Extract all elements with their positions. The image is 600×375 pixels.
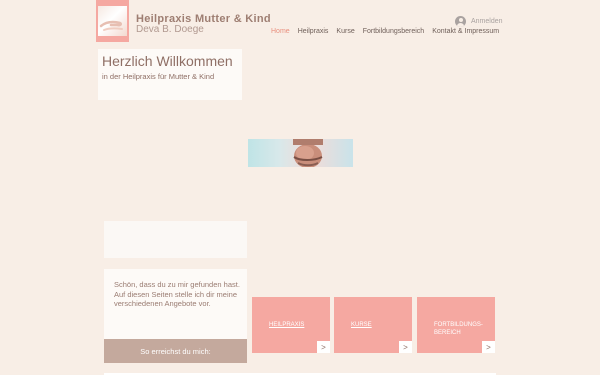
nav-item-heilpraxis[interactable]: Heilpraxis — [298, 28, 329, 35]
hands-icon — [99, 20, 123, 31]
welcome-title: Herzlich Willkommen — [102, 53, 233, 69]
nav-item-kurse[interactable]: Kurse — [336, 28, 354, 35]
welcome-subtitle: in der Heilpraxis für Mutter & Kind — [102, 72, 215, 81]
nav-item-home[interactable]: Home — [271, 28, 290, 35]
card-kurse[interactable]: KURSE > — [334, 297, 412, 353]
arrow-right-icon[interactable]: > — [317, 341, 330, 353]
site-logo[interactable] — [96, 0, 129, 42]
nav-item-fortbildungsbereich[interactable]: Fortbildungsbereich — [363, 28, 424, 35]
login-label: Anmelden — [471, 18, 503, 25]
card-heilpraxis[interactable]: HEILPRAXIS > — [252, 297, 330, 353]
blank-panel — [104, 221, 247, 258]
card-fortbildungsbereich[interactable]: FORTBILDUNGS- BEREICH > — [417, 297, 495, 353]
intro-box: Schön, dass du zu mir gefunden hast. Auf… — [104, 269, 247, 339]
arrow-right-icon[interactable]: > — [482, 341, 495, 353]
main-nav: Home Heilpraxis Kurse Fortbildungsbereic… — [271, 28, 499, 35]
site-subtitle: Deva B. Doege — [136, 24, 204, 35]
login-button[interactable]: Anmelden — [455, 16, 503, 27]
pregnant-belly-illustration — [293, 139, 323, 167]
contact-button[interactable]: So erreichst du mich: — [104, 339, 247, 363]
card-label-kurse[interactable]: KURSE — [351, 321, 372, 329]
card-label-heilpraxis[interactable]: HEILPRAXIS — [269, 321, 304, 329]
user-avatar-icon — [455, 16, 466, 27]
nav-item-kontakt-impressum[interactable]: Kontakt & Impressum — [432, 28, 499, 35]
card-label-fortbildungsbereich[interactable]: FORTBILDUNGS- BEREICH — [434, 321, 483, 337]
arrow-right-icon[interactable]: > — [399, 341, 412, 353]
pregnancy-banner-image — [248, 139, 353, 167]
welcome-box: Herzlich Willkommen in der Heilpraxis fü… — [98, 49, 242, 100]
intro-text: Schön, dass du zu mir gefunden hast. Auf… — [114, 280, 240, 308]
